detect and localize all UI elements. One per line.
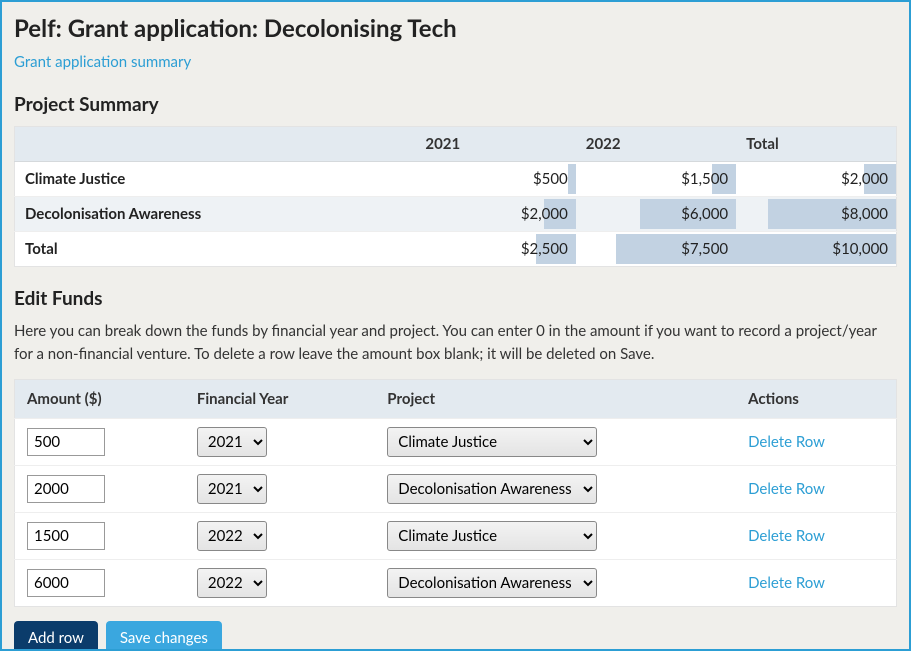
delete-row-link[interactable]: Delete Row (748, 574, 825, 592)
amount-input[interactable] (27, 522, 105, 550)
summary-row: Climate Justice $500 $1,500 $2,000 (15, 162, 897, 197)
project-summary-heading: Project Summary (14, 93, 897, 116)
summary-row: Total $2,500 $7,500 $10,000 (15, 232, 897, 267)
project-select[interactable]: Decolonisation Awareness (387, 568, 597, 598)
summary-cell-value: $2,000 (841, 170, 888, 188)
edit-funds-help: Here you can break down the funds by fin… (14, 320, 884, 365)
summary-cell-value: $2,000 (521, 205, 568, 223)
summary-cell-value: $8,000 (841, 205, 888, 223)
summary-cell: $2,000 (415, 197, 575, 232)
edit-funds-heading: Edit Funds (14, 287, 897, 310)
amount-input[interactable] (27, 475, 105, 503)
project-select[interactable]: Decolonisation Awareness (387, 474, 597, 504)
amount-input[interactable] (27, 569, 105, 597)
summary-cell: $6,000 (576, 197, 736, 232)
delete-row-link[interactable]: Delete Row (748, 527, 825, 545)
delete-row-link[interactable]: Delete Row (748, 480, 825, 498)
project-summary-table: 2021 2022 Total Climate Justice $500 $1,50… (14, 126, 897, 267)
amount-input[interactable] (27, 428, 105, 456)
summary-cell-value: $10,000 (832, 240, 888, 258)
fund-row: 2021 Decolonisation Awareness Delete Row (15, 466, 897, 513)
financial-year-select[interactable]: 2022 (197, 568, 267, 598)
project-select[interactable]: Climate Justice (387, 521, 597, 551)
financial-year-select[interactable]: 2022 (197, 521, 267, 551)
fund-row: 2021 Climate Justice Delete Row (15, 419, 897, 466)
summary-row-label: Total (15, 232, 416, 267)
summary-cell-value: $2,500 (521, 240, 568, 258)
fund-row: 2022 Climate Justice Delete Row (15, 513, 897, 560)
summary-cell: $1,500 (576, 162, 736, 197)
project-select[interactable]: Climate Justice (387, 427, 597, 457)
summary-cell-value: $1,500 (681, 170, 728, 188)
add-row-button[interactable]: Add row (14, 621, 98, 651)
save-changes-button[interactable]: Save changes (106, 621, 222, 651)
summary-row: Decolonisation Awareness $2,000 $6,000 $8,0… (15, 197, 897, 232)
page-title: Pelf: Grant application: Decolonising Te… (14, 14, 897, 43)
col-financial-year: Financial Year (185, 380, 375, 419)
financial-year-select[interactable]: 2021 (197, 474, 267, 504)
grant-summary-link[interactable]: Grant application summary (14, 53, 191, 71)
col-actions: Actions (736, 380, 896, 419)
summary-cell: $500 (415, 162, 575, 197)
summary-col-total: Total (736, 127, 896, 162)
edit-funds-table: Amount ($) Financial Year Project Action… (14, 379, 897, 607)
col-project: Project (375, 380, 736, 419)
col-amount: Amount ($) (15, 380, 185, 419)
summary-row-label: Climate Justice (15, 162, 416, 197)
summary-col-2021: 2021 (415, 127, 575, 162)
summary-blank-header (15, 127, 416, 162)
summary-cell-value: $500 (533, 170, 568, 188)
summary-cell-value: $7,500 (681, 240, 728, 258)
delete-row-link[interactable]: Delete Row (748, 433, 825, 451)
financial-year-select[interactable]: 2021 (197, 427, 267, 457)
summary-cell-value: $6,000 (681, 205, 728, 223)
summary-row-label: Decolonisation Awareness (15, 197, 416, 232)
summary-cell: $8,000 (736, 197, 896, 232)
summary-cell: $7,500 (576, 232, 736, 267)
fund-row: 2022 Decolonisation Awareness Delete Row (15, 560, 897, 607)
summary-cell: $2,000 (736, 162, 896, 197)
summary-cell: $2,500 (415, 232, 575, 267)
summary-cell: $10,000 (736, 232, 896, 267)
summary-col-2022: 2022 (576, 127, 736, 162)
